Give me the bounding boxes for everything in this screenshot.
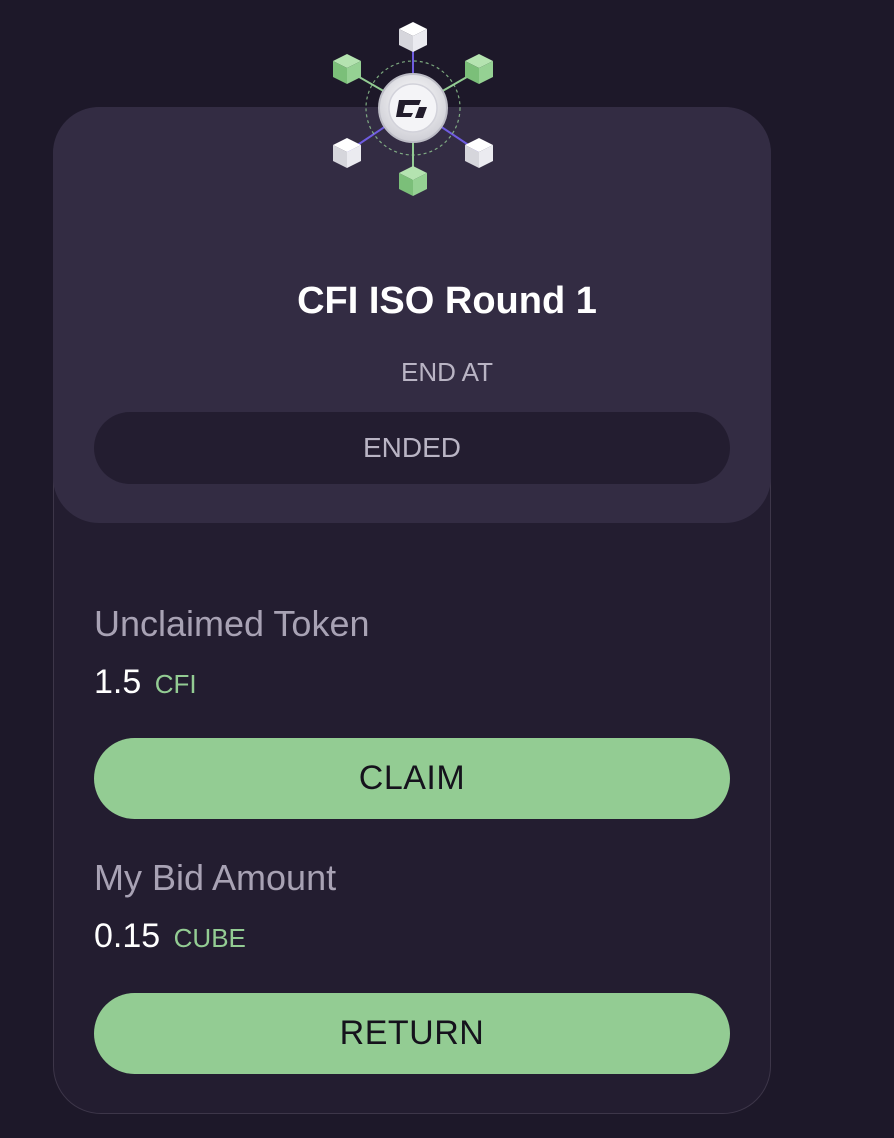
unclaimed-token-value: 1.5 CFI: [94, 662, 197, 704]
cfi-network-logo-icon: [333, 22, 493, 196]
return-button[interactable]: RETURN: [94, 993, 730, 1074]
bid-amount-unit: CUBE: [173, 923, 246, 953]
bid-amount-label: My Bid Amount: [94, 857, 337, 898]
round-title: CFI ISO Round 1: [297, 280, 597, 322]
unclaimed-token-amount: 1.5: [94, 663, 142, 701]
unclaimed-token-label: Unclaimed Token: [94, 603, 370, 644]
unclaimed-token-unit: CFI: [154, 669, 197, 699]
claim-button[interactable]: CLAIM: [94, 738, 730, 819]
bid-amount-number: 0.15: [94, 917, 161, 955]
end-at-label: END AT: [401, 357, 493, 387]
round-status-badge: ENDED: [94, 412, 730, 484]
bid-amount-value: 0.15 CUBE: [94, 916, 246, 958]
